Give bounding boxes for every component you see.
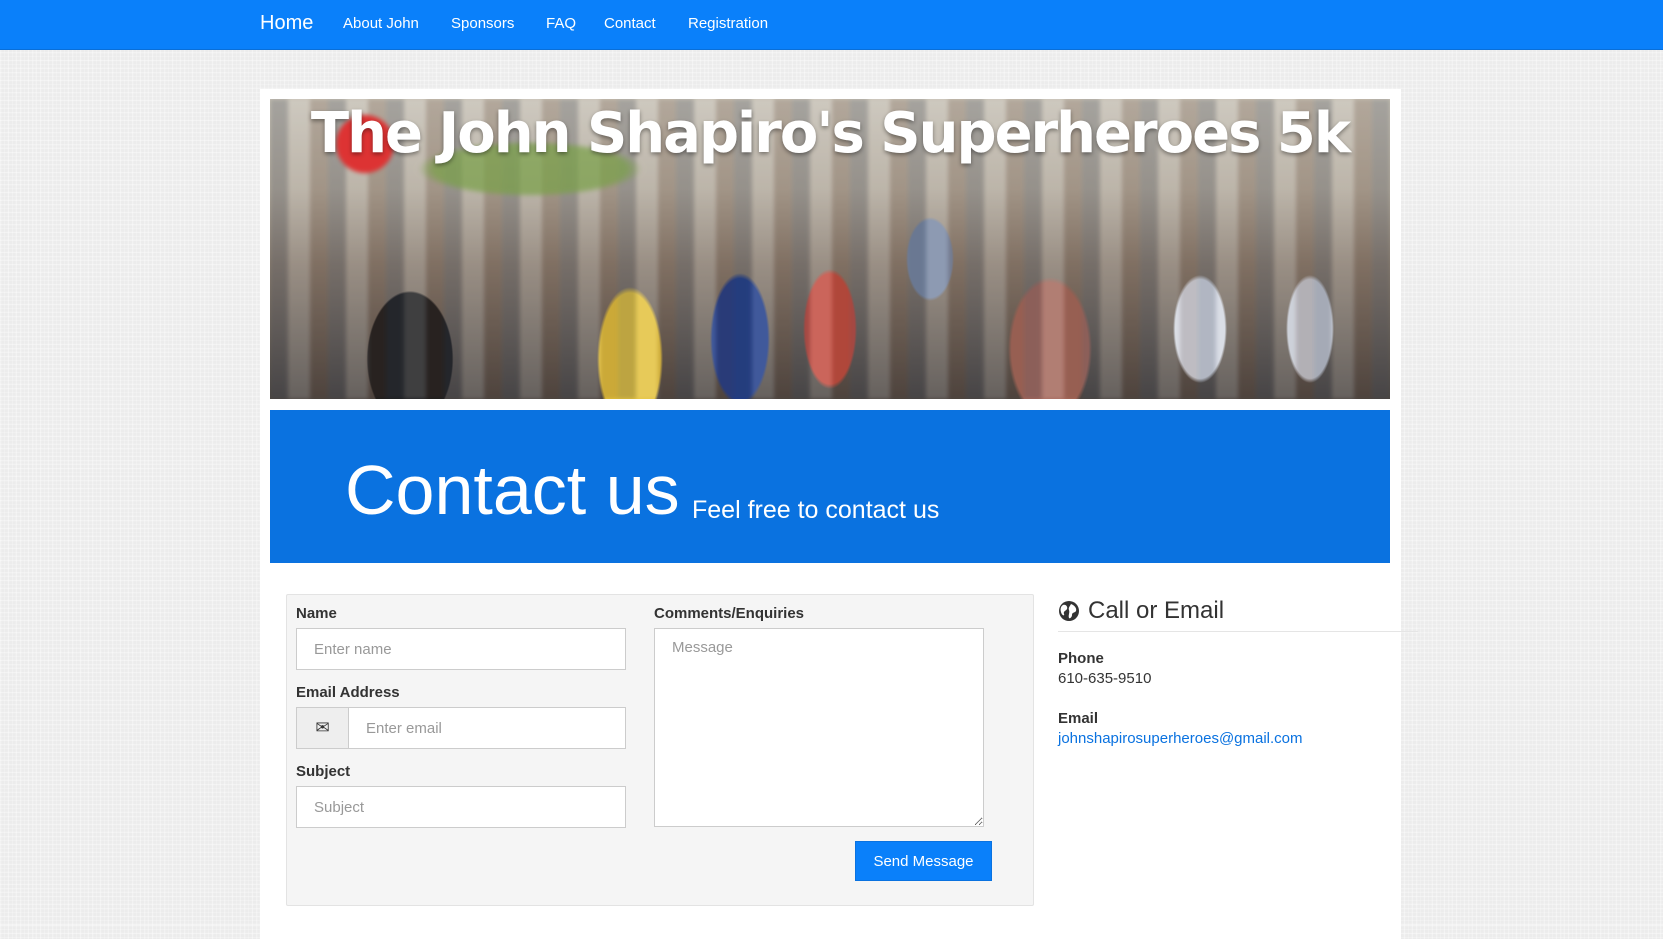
message-textarea[interactable]: [654, 628, 984, 827]
event-title: The John Shapiro's Superheroes 5k: [310, 101, 1351, 166]
top-navbar: Home About John Sponsors FAQ Contact Reg…: [0, 0, 1663, 50]
page-title: Contact us: [345, 451, 680, 529]
phone-label: Phone: [1058, 650, 1104, 667]
nav-contact-link[interactable]: Contact: [604, 15, 656, 32]
nav-about-john-link[interactable]: About John: [343, 15, 419, 32]
send-message-button[interactable]: Send Message: [855, 841, 992, 881]
email-link[interactable]: johnshapirosuperheroes@gmail.com: [1058, 730, 1303, 747]
nav-sponsors-link[interactable]: Sponsors: [451, 15, 514, 32]
page-container: The John Shapiro's Superheroes 5k Contac…: [260, 89, 1418, 939]
hero-banner-image: The John Shapiro's Superheroes 5k: [270, 99, 1390, 399]
email-input[interactable]: [348, 707, 626, 749]
name-input[interactable]: [296, 628, 626, 670]
contact-info-title: Call or Email: [1088, 597, 1225, 624]
subject-input[interactable]: [296, 786, 626, 828]
globe-icon: [1059, 601, 1079, 621]
email-label: Email Address: [296, 684, 400, 701]
contact-info-header: Call or Email: [1058, 594, 1418, 632]
phone-value: 610-635-9510: [1058, 670, 1152, 687]
subject-label: Subject: [296, 763, 351, 780]
contact-form: Name Email Address ✉ Subject Comments/En…: [286, 594, 1034, 906]
comments-label: Comments/Enquiries: [654, 605, 805, 622]
nav-registration-link[interactable]: Registration: [688, 15, 768, 32]
email-info-label: Email: [1058, 710, 1099, 727]
contact-jumbotron: Contact us Feel free to contact us: [270, 410, 1390, 563]
nav-faq-link[interactable]: FAQ: [546, 15, 576, 32]
page-subtitle: Feel free to contact us: [692, 496, 940, 524]
nav-home-link[interactable]: Home: [260, 12, 313, 35]
envelope-icon: ✉: [296, 707, 348, 749]
name-label: Name: [296, 605, 337, 622]
